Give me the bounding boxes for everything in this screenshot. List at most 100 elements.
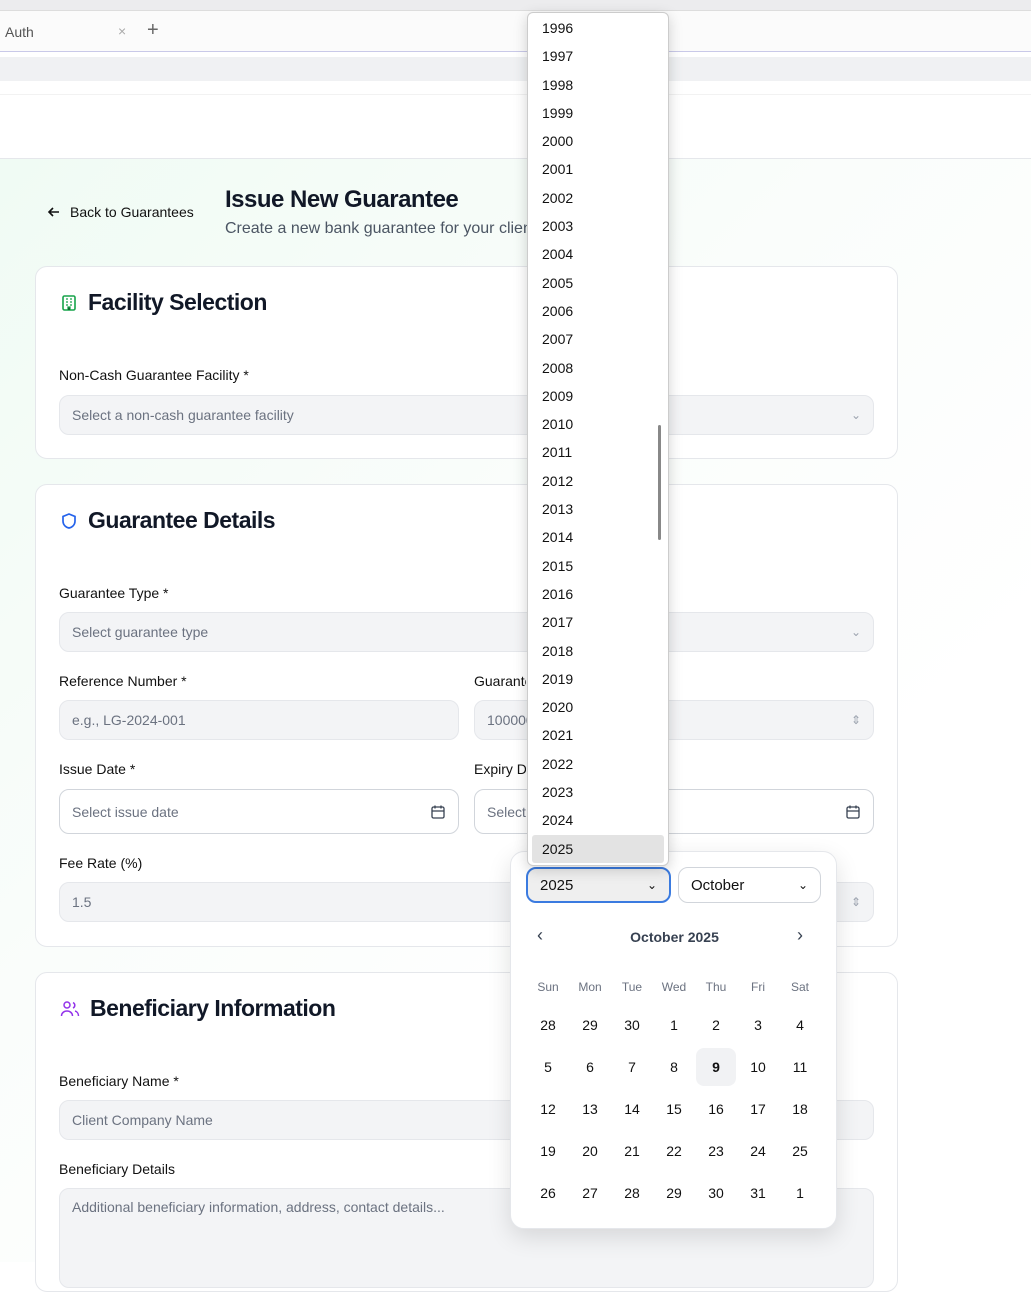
calendar-day[interactable]: 28 (612, 1174, 652, 1212)
month-value: October (691, 876, 745, 894)
calendar-day[interactable]: 15 (654, 1090, 694, 1128)
year-option[interactable]: 2024 (532, 806, 664, 834)
calendar-day[interactable]: 29 (654, 1174, 694, 1212)
browser-tab[interactable]: Auth (5, 24, 34, 40)
year-option[interactable]: 2011 (532, 438, 664, 466)
calendar-day[interactable]: 14 (612, 1090, 652, 1128)
calendar-day[interactable]: 29 (570, 1006, 610, 1044)
browser-top-strip (0, 0, 1031, 10)
year-option[interactable]: 1996 (532, 14, 664, 42)
facility-select[interactable]: Select a non-cash guarantee facility ⌄ (59, 395, 874, 435)
year-option[interactable]: 2020 (532, 693, 664, 721)
year-option[interactable]: 2021 (532, 721, 664, 749)
year-option[interactable]: 1997 (532, 42, 664, 70)
reference-input[interactable]: e.g., LG-2024-001 (59, 700, 459, 740)
browser-tab-bar: Auth × + (0, 10, 1031, 52)
calendar-day[interactable]: 2 (696, 1006, 736, 1044)
new-tab-icon[interactable]: + (147, 19, 159, 42)
calendar-day[interactable]: 26 (528, 1174, 568, 1212)
year-option[interactable]: 2001 (532, 155, 664, 183)
reference-placeholder: e.g., LG-2024-001 (72, 712, 186, 728)
calendar-day[interactable]: 17 (738, 1090, 778, 1128)
year-option[interactable]: 2018 (532, 637, 664, 665)
year-option[interactable]: 2022 (532, 750, 664, 778)
amount-label: Guarantee Amount * (474, 673, 526, 689)
year-option[interactable]: 2010 (532, 410, 664, 438)
year-option[interactable]: 2012 (532, 467, 664, 495)
calendar-day[interactable]: 6 (570, 1048, 610, 1086)
stepper-icon[interactable]: ⇕ (851, 713, 861, 727)
year-option[interactable]: 2006 (532, 297, 664, 325)
calendar-icon (431, 805, 445, 819)
app-header (0, 94, 1031, 159)
year-option[interactable]: 2023 (532, 778, 664, 806)
calendar-day[interactable]: 5 (528, 1048, 568, 1086)
close-tab-icon[interactable]: × (118, 23, 126, 39)
calendar-day[interactable]: 24 (738, 1132, 778, 1170)
year-option[interactable]: 2004 (532, 240, 664, 268)
calendar-heading: October 2025 (630, 929, 719, 945)
chevron-right-icon[interactable]: › (797, 925, 803, 946)
calendar-day[interactable]: 7 (612, 1048, 652, 1086)
month-select[interactable]: October ⌄ (678, 867, 821, 903)
year-option[interactable]: 2005 (532, 269, 664, 297)
year-option[interactable]: 2019 (532, 665, 664, 693)
calendar-day[interactable]: 11 (780, 1048, 820, 1086)
year-dropdown-list[interactable]: 1996 1997 1998 1999 2000 2001 2002 2003 2004 2005… (527, 12, 669, 866)
calendar-day[interactable]: 9 (696, 1048, 736, 1086)
year-option[interactable]: 2008 (532, 354, 664, 382)
scrollbar[interactable] (658, 425, 661, 540)
calendar-day[interactable]: 20 (570, 1132, 610, 1170)
year-option[interactable]: 2009 (532, 382, 664, 410)
issue-date-input[interactable]: Select issue date (59, 789, 459, 834)
chevron-down-icon: ⌄ (850, 408, 861, 422)
weekday-header: Sun (537, 980, 559, 994)
year-select[interactable]: 2025 ⌄ (526, 867, 671, 903)
year-option[interactable]: 2013 (532, 495, 664, 523)
weekday-header: Wed (661, 980, 687, 994)
year-option[interactable]: 2007 (532, 325, 664, 353)
calendar-day[interactable]: 10 (738, 1048, 778, 1086)
year-option[interactable]: 2000 (532, 127, 664, 155)
year-option[interactable]: 2015 (532, 552, 664, 580)
reference-label: Reference Number * (59, 673, 187, 689)
shield-icon (62, 512, 76, 529)
calendar-day[interactable]: 27 (570, 1174, 610, 1212)
calendar-day[interactable]: 4 (780, 1006, 820, 1044)
calendar-day[interactable]: 19 (528, 1132, 568, 1170)
calendar-day[interactable]: 30 (696, 1174, 736, 1212)
back-to-guarantees-link[interactable]: Back to Guarantees (46, 204, 194, 220)
calendar-day[interactable]: 16 (696, 1090, 736, 1128)
year-option[interactable]: 2025 (532, 834, 664, 863)
fee-placeholder: 1.5 (72, 894, 92, 910)
year-option[interactable]: 2002 (532, 184, 664, 212)
weekday-header: Sat (790, 980, 809, 994)
calendar-day[interactable]: 1 (780, 1174, 820, 1212)
calendar-day[interactable]: 22 (654, 1132, 694, 1170)
calendar-day[interactable]: 21 (612, 1132, 652, 1170)
calendar-day[interactable]: 25 (780, 1132, 820, 1170)
calendar-day[interactable]: 13 (570, 1090, 610, 1128)
calendar-day[interactable]: 23 (696, 1132, 736, 1170)
guarantee-type-select[interactable]: Select guarantee type ⌄ (59, 612, 874, 652)
year-option[interactable]: 1999 (532, 99, 664, 127)
facility-selection-card: Facility Selection Non-Cash Guarantee Fa… (35, 266, 898, 459)
year-option[interactable]: 1998 (532, 71, 664, 99)
weekday-header: Mon (578, 980, 602, 994)
calendar-day[interactable]: 31 (738, 1174, 778, 1212)
year-option[interactable]: 2014 (532, 523, 664, 551)
details-placeholder: Additional beneficiary information, addr… (72, 1199, 445, 1215)
year-option[interactable]: 2003 (532, 212, 664, 240)
calendar-day[interactable]: 3 (738, 1006, 778, 1044)
calendar-day[interactable]: 30 (612, 1006, 652, 1044)
stepper-icon[interactable]: ⇕ (851, 895, 861, 909)
calendar-day[interactable]: 12 (528, 1090, 568, 1128)
calendar-day[interactable]: 18 (780, 1090, 820, 1128)
back-label: Back to Guarantees (70, 204, 194, 220)
year-option[interactable]: 2016 (532, 580, 664, 608)
calendar-day[interactable]: 1 (654, 1006, 694, 1044)
weekday-header: Tue (621, 980, 643, 994)
calendar-day[interactable]: 28 (528, 1006, 568, 1044)
calendar-day[interactable]: 8 (654, 1048, 694, 1086)
year-option[interactable]: 2017 (532, 608, 664, 636)
